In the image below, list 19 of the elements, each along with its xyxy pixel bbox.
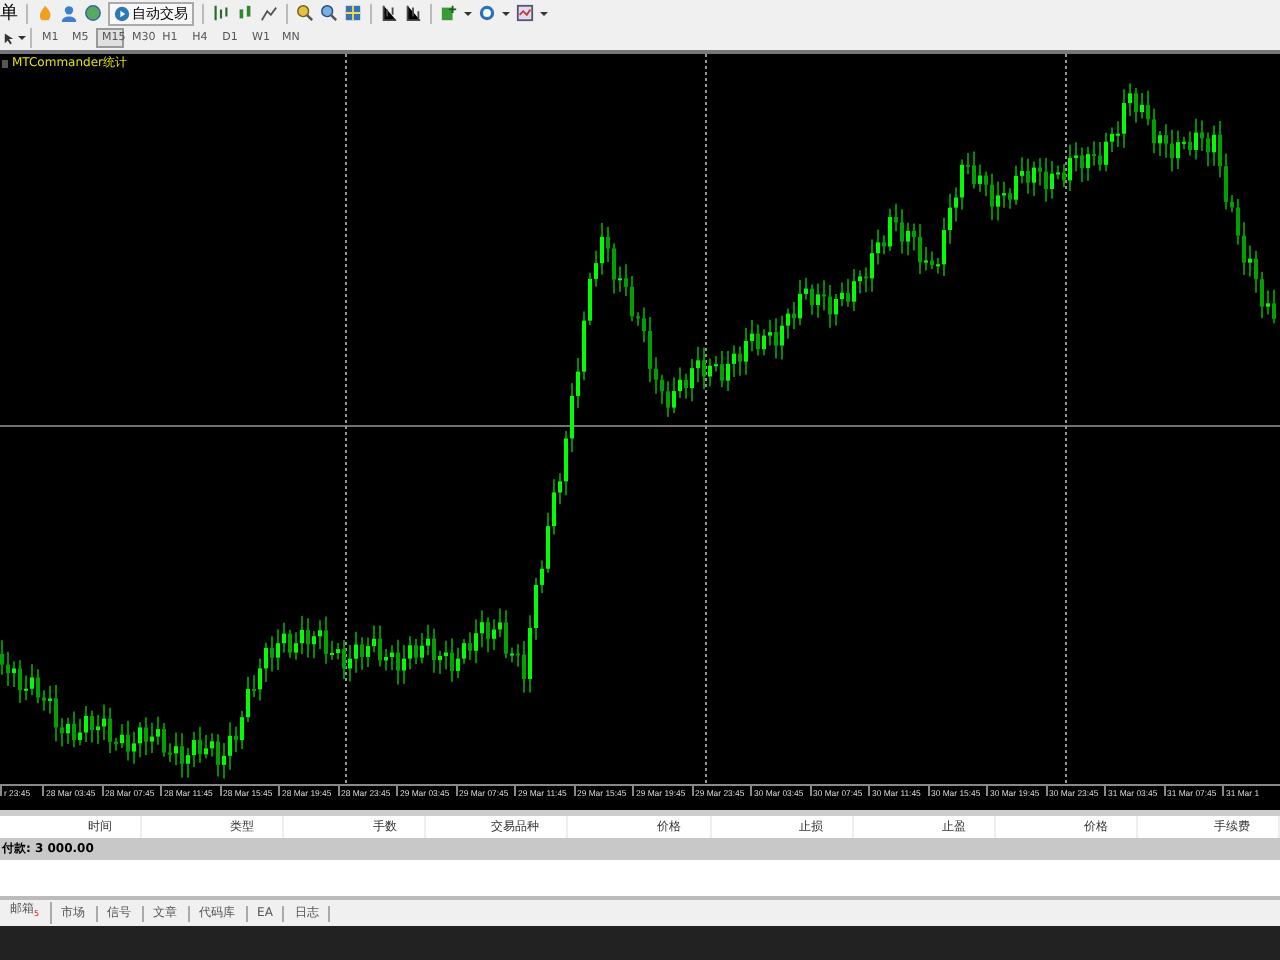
chart-shift-icon[interactable]: [380, 4, 398, 22]
caret-icon[interactable]: [502, 11, 510, 15]
zoom-in-icon[interactable]: [296, 4, 314, 22]
play-icon: [114, 5, 130, 21]
add-indicator-icon[interactable]: [440, 4, 458, 22]
autoscroll-icon[interactable]: [404, 4, 422, 22]
line-chart-icon[interactable]: [260, 4, 278, 22]
zoom-out-icon[interactable]: [320, 4, 338, 22]
bar-chart-icon[interactable]: [212, 4, 230, 22]
indicator-marker: [2, 59, 8, 67]
template-icon[interactable]: [516, 4, 534, 22]
toolbar-label[interactable]: 单: [0, 0, 18, 26]
candlestick-icon[interactable]: [236, 4, 254, 22]
caret-icon[interactable]: [540, 11, 548, 15]
user-icon[interactable]: [60, 4, 78, 22]
caret-icon[interactable]: [464, 11, 472, 15]
caret-icon[interactable]: [18, 36, 26, 40]
cursor-icon[interactable]: [2, 31, 16, 45]
tile-windows-icon[interactable]: [344, 4, 362, 22]
